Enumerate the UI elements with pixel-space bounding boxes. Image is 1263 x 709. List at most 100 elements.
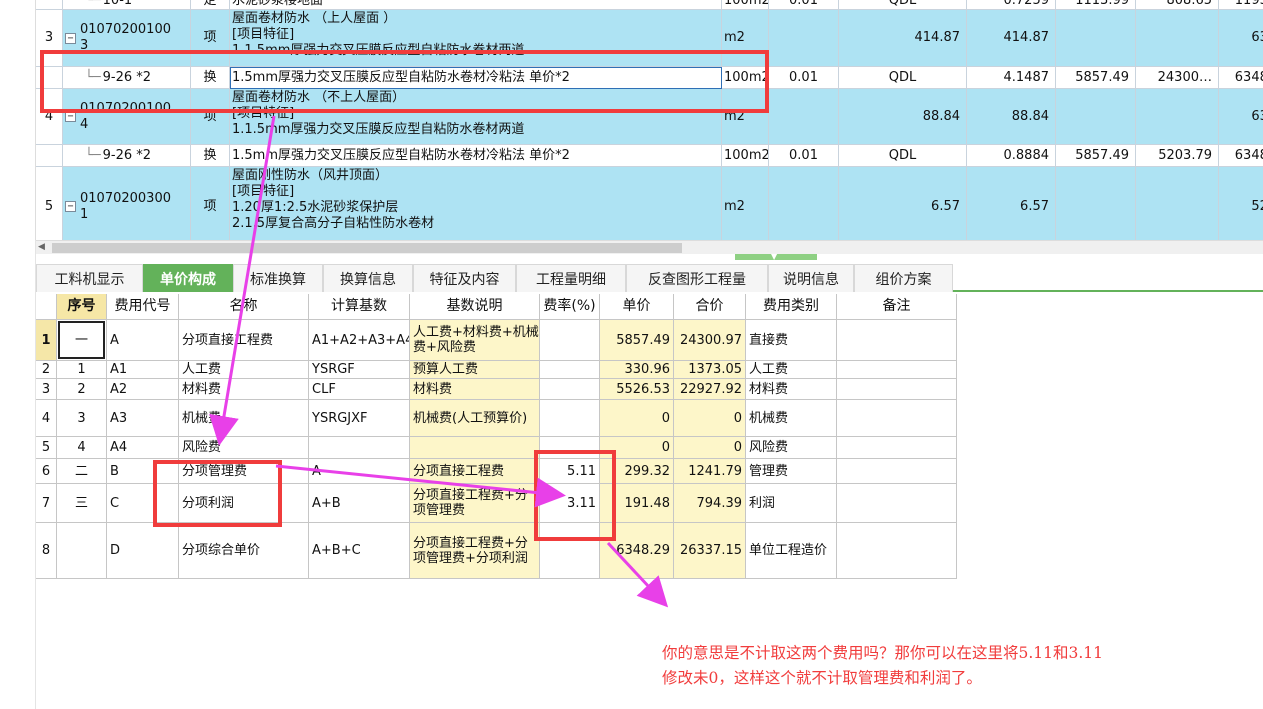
total-cell[interactable]: 0 <box>674 437 746 459</box>
expression-cell[interactable]: QDL <box>839 0 967 10</box>
quantity-cell[interactable] <box>769 10 839 67</box>
total-cell[interactable]: 794.39 <box>674 484 746 523</box>
total-cell[interactable]: 24300… <box>1136 67 1219 89</box>
header-seq[interactable]: 序号 <box>57 294 107 320</box>
bill-item-row[interactable]: 5−01070200300 1 项屋面刚性防水（风井顶面） [项目特征] 1.20厚1:… <box>0 167 1263 240</box>
quota-sub-row[interactable]: └─ 10-1 定 水泥砂浆楼地面 100m2 0.01 QDL 0.7259 1113.99 8… <box>0 0 1263 10</box>
total-cell[interactable]: 22927.92 <box>674 379 746 400</box>
scrollbar-thumb[interactable] <box>52 243 682 253</box>
tab-pricing-scheme[interactable]: 组价方案 <box>854 264 953 292</box>
remark-cell[interactable] <box>837 459 957 484</box>
unit-price-cell[interactable]: 5526.53 <box>600 379 674 400</box>
calc-base-cell[interactable]: A+B+C <box>309 523 410 579</box>
header-name[interactable]: 名称 <box>179 294 309 320</box>
fee-name-cell[interactable]: 风险费 <box>179 437 309 459</box>
header-calc-base[interactable]: 计算基数 <box>309 294 410 320</box>
unit-price-cell[interactable] <box>1056 167 1136 240</box>
rate-cell[interactable] <box>540 361 600 379</box>
total-cell[interactable]: 5203.79 <box>1136 145 1219 167</box>
remark-cell[interactable] <box>837 379 957 400</box>
seq-cell[interactable]: 1 <box>57 361 107 379</box>
row-number[interactable]: 5 <box>36 167 63 240</box>
base-desc-cell[interactable]: 机械费(人工预算价) <box>410 400 540 437</box>
fee-code-cell[interactable]: A <box>107 320 179 361</box>
total-cell[interactable]: 24300.97 <box>674 320 746 361</box>
fee-category-cell[interactable]: 风险费 <box>746 437 837 459</box>
fee-code-cell[interactable]: D <box>107 523 179 579</box>
total-cell[interactable] <box>1136 167 1219 240</box>
amount-cell[interactable]: 4.1487 <box>967 67 1056 89</box>
base-desc-cell[interactable]: 材料费 <box>410 379 540 400</box>
unit-cell[interactable]: m2 <box>722 167 769 240</box>
tab-labor-material-machine[interactable]: 工料机显示 <box>36 264 143 292</box>
quantity-cell[interactable]: 0.01 <box>769 145 839 167</box>
unit-cell[interactable]: 100m2 <box>722 145 769 167</box>
calc-base-cell[interactable]: A <box>309 459 410 484</box>
type-cell[interactable]: 换 <box>191 145 230 167</box>
composite-price-cell[interactable]: 52. <box>1219 167 1263 240</box>
unit-price-cell[interactable] <box>1056 89 1136 145</box>
tab-reverse-graphic-quantity[interactable]: 反查图形工程量 <box>626 264 768 292</box>
seq-cell[interactable]: 二 <box>57 459 107 484</box>
base-desc-cell[interactable]: 预算人工费 <box>410 361 540 379</box>
calc-base-cell[interactable]: YSRGJXF <box>309 400 410 437</box>
base-desc-cell[interactable] <box>410 437 540 459</box>
quantity-cell[interactable]: 0.01 <box>769 67 839 89</box>
tab-features-content[interactable]: 特征及内容 <box>413 264 516 292</box>
base-desc-cell[interactable]: 人工费+材料费+机械费+风险费 <box>410 320 540 361</box>
expression-cell[interactable]: 88.84 <box>839 89 967 145</box>
composite-price-cell[interactable]: 6348. <box>1219 145 1263 167</box>
row-number[interactable] <box>36 145 63 167</box>
seq-cell[interactable]: 一 <box>57 320 107 361</box>
collapse-icon[interactable]: − <box>65 32 76 44</box>
remark-cell[interactable] <box>837 523 957 579</box>
amount-cell[interactable]: 88.84 <box>967 89 1056 145</box>
type-cell[interactable]: 定 <box>191 0 230 10</box>
type-cell[interactable]: 项 <box>191 167 230 240</box>
seq-cell[interactable]: 3 <box>57 400 107 437</box>
tab-quantity-details[interactable]: 工程量明细 <box>516 264 626 292</box>
base-desc-cell[interactable]: 分项直接工程费 <box>410 459 540 484</box>
amount-cell[interactable]: 414.87 <box>967 10 1056 67</box>
item-name-cell[interactable]: 1.5mm厚强力交叉压膜反应型自粘防水卷材冷粘法 单价*2 <box>230 145 722 167</box>
header-unit-price[interactable]: 单价 <box>600 294 674 320</box>
header-remark[interactable]: 备注 <box>837 294 957 320</box>
fee-category-cell[interactable]: 管理费 <box>746 459 837 484</box>
code-cell[interactable]: −01070200300 1 <box>63 167 191 240</box>
fee-name-cell[interactable]: 分项综合单价 <box>179 523 309 579</box>
seq-cell[interactable]: 2 <box>57 379 107 400</box>
base-desc-cell[interactable]: 分项直接工程费+分项管理费+分项利润 <box>410 523 540 579</box>
rate-cell[interactable] <box>540 400 600 437</box>
composite-price-cell[interactable]: 6348. <box>1219 67 1263 89</box>
code-cell[interactable]: └─ 9-26 *2 <box>63 145 191 167</box>
seq-cell[interactable] <box>57 523 107 579</box>
unit-price-cell[interactable]: 1113.99 <box>1056 0 1136 10</box>
unit-price-cell[interactable]: 0 <box>600 400 674 437</box>
fee-category-cell[interactable]: 人工费 <box>746 361 837 379</box>
collapse-icon[interactable]: − <box>65 201 76 212</box>
fee-category-cell[interactable]: 机械费 <box>746 400 837 437</box>
amount-cell[interactable]: 0.7259 <box>967 0 1056 10</box>
fee-category-cell[interactable]: 直接费 <box>746 320 837 361</box>
remark-cell[interactable] <box>837 484 957 523</box>
table-row[interactable]: 1 一 A 分项直接工程费 A1+A2+A3+A4 人工费+材料费+机械费+风险费 5857… <box>36 320 957 361</box>
calc-base-cell[interactable]: A+B <box>309 484 410 523</box>
expression-cell[interactable]: QDL <box>839 145 967 167</box>
fee-code-cell[interactable]: A4 <box>107 437 179 459</box>
total-cell[interactable] <box>1136 89 1219 145</box>
item-name-cell[interactable]: 水泥砂浆楼地面 <box>230 0 722 10</box>
tab-unit-price-composition[interactable]: 单价构成 <box>143 264 233 292</box>
composite-price-cell[interactable]: 1193. <box>1219 0 1263 10</box>
fee-code-cell[interactable]: A2 <box>107 379 179 400</box>
fee-category-cell[interactable]: 利润 <box>746 484 837 523</box>
remark-cell[interactable] <box>837 437 957 459</box>
table-row[interactable]: 3 2 A2 材料费 CLF 材料费 5526.53 22927.92 材料费 <box>36 379 957 400</box>
quota-sub-row[interactable]: └─ 9-26 *2 换 1.5mm厚强力交叉压膜反应型自粘防水卷材冷粘法 单价*2 1… <box>0 145 1263 167</box>
seq-cell[interactable]: 4 <box>57 437 107 459</box>
unit-cell[interactable]: 100m2 <box>722 0 769 10</box>
total-cell[interactable]: 26337.15 <box>674 523 746 579</box>
table-row[interactable]: 2 1 A1 人工费 YSRGF 预算人工费 330.96 1373.05 人工费 <box>36 361 957 379</box>
amount-cell[interactable]: 6.57 <box>967 167 1056 240</box>
composite-price-cell[interactable]: 63. <box>1219 89 1263 145</box>
unit-price-cell[interactable] <box>1056 10 1136 67</box>
